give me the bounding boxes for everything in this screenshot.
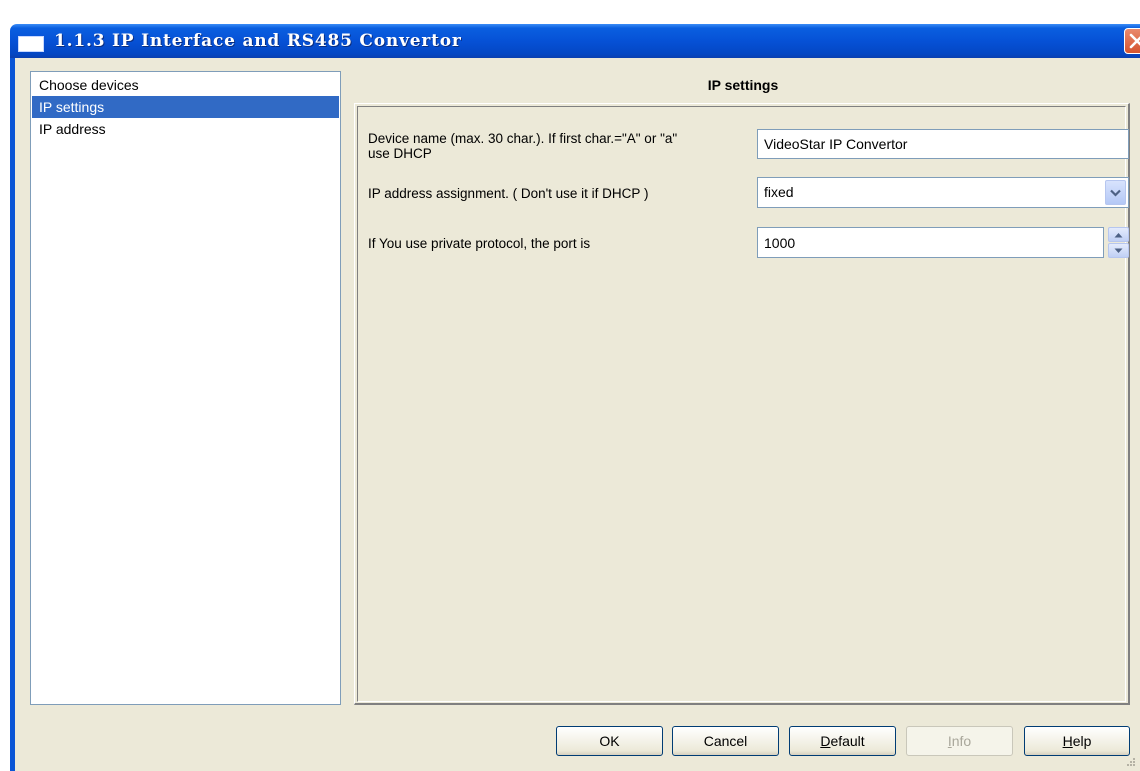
parameter-page-list: Choose devices IP settings IP address [30, 71, 341, 705]
close-button[interactable] [1124, 28, 1140, 54]
device-name-label-line2: use DHCP [368, 146, 432, 161]
arrow-up-icon [1114, 233, 1123, 238]
title-bar[interactable]: 1.1.3 IP Interface and RS485 Convertor [10, 24, 1140, 58]
resize-grip-icon[interactable] [1126, 757, 1136, 767]
info-button: Info [906, 726, 1013, 756]
default-mnemonic: D [820, 733, 831, 749]
ip-assignment-value: fixed [764, 184, 794, 200]
help-button[interactable]: Help [1024, 726, 1130, 756]
chevron-down-icon [1110, 189, 1121, 197]
default-button[interactable]: Default [789, 726, 896, 756]
port-input[interactable] [757, 227, 1104, 258]
dropdown-arrow-button[interactable] [1105, 180, 1126, 205]
nav-item-ip-address[interactable]: IP address [32, 118, 339, 140]
help-label-rest: elp [1072, 733, 1092, 749]
device-name-label: Device name (max. 30 char.). If first ch… [368, 131, 677, 161]
close-icon [1129, 33, 1140, 49]
device-name-label-line1: Device name (max. 30 char.). If first ch… [368, 131, 678, 146]
device-name-input[interactable] [757, 129, 1129, 159]
default-label-rest: efault [830, 733, 865, 749]
window-title: 1.1.3 IP Interface and RS485 Convertor [54, 31, 462, 51]
spin-down-button[interactable] [1108, 243, 1129, 258]
page-title: IP settings [707, 77, 779, 93]
nav-item-ip-settings[interactable]: IP settings [32, 96, 339, 118]
dialog-window: 1.1.3 IP Interface and RS485 Convertor C… [0, 0, 1140, 771]
help-mnemonic: H [1062, 733, 1073, 749]
ok-button[interactable]: OK [556, 726, 663, 756]
port-spinner [1108, 227, 1129, 258]
spin-up-button[interactable] [1108, 227, 1129, 242]
info-label-rest: nfo [951, 733, 972, 749]
nav-item-choose-devices[interactable]: Choose devices [32, 74, 339, 96]
port-label: If You use private protocol, the port is [368, 236, 591, 251]
ip-assignment-label: IP address assignment. ( Don't use it if… [368, 186, 649, 201]
window-icon [18, 36, 44, 52]
ip-assignment-dropdown[interactable]: fixed [757, 177, 1129, 208]
arrow-down-icon [1114, 248, 1123, 253]
cancel-button[interactable]: Cancel [672, 726, 779, 756]
